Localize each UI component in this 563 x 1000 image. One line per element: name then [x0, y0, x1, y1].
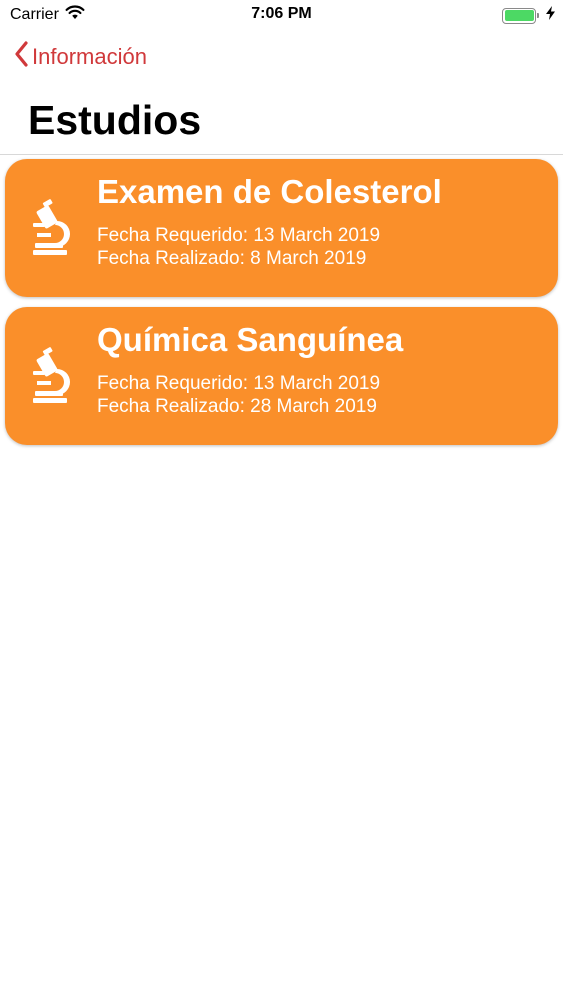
studies-list: Examen de Colesterol Fecha Requerido: 13… [0, 155, 563, 445]
back-button-label: Información [32, 44, 147, 69]
page-title: Estudios [28, 97, 202, 143]
microscope-icon [31, 347, 75, 405]
status-time: 7:06 PM [251, 5, 312, 22]
study-card[interactable]: Química Sanguínea Fecha Requerido: 13 Ma… [5, 307, 558, 445]
chevron-left-icon [14, 40, 28, 74]
study-required-date: Fecha Requerido: 13 March 2019 [97, 373, 381, 394]
back-button[interactable]: Información [14, 40, 147, 74]
status-bar: Carrier 7:06 PM [0, 0, 563, 30]
nav-bar: Información [0, 30, 563, 88]
study-name: Química Sanguínea [97, 321, 404, 358]
battery-icon [502, 7, 539, 24]
charging-bolt-icon [546, 6, 555, 25]
microscope-icon [31, 199, 75, 257]
study-performed-date: Fecha Realizado: 8 March 2019 [97, 248, 367, 269]
study-required-date: Fecha Requerido: 13 March 2019 [97, 225, 381, 246]
status-right [502, 6, 555, 25]
study-name: Examen de Colesterol [97, 173, 442, 210]
study-card[interactable]: Examen de Colesterol Fecha Requerido: 13… [5, 159, 558, 297]
study-performed-date: Fecha Realizado: 28 March 2019 [97, 396, 377, 417]
battery-level [504, 10, 534, 21]
